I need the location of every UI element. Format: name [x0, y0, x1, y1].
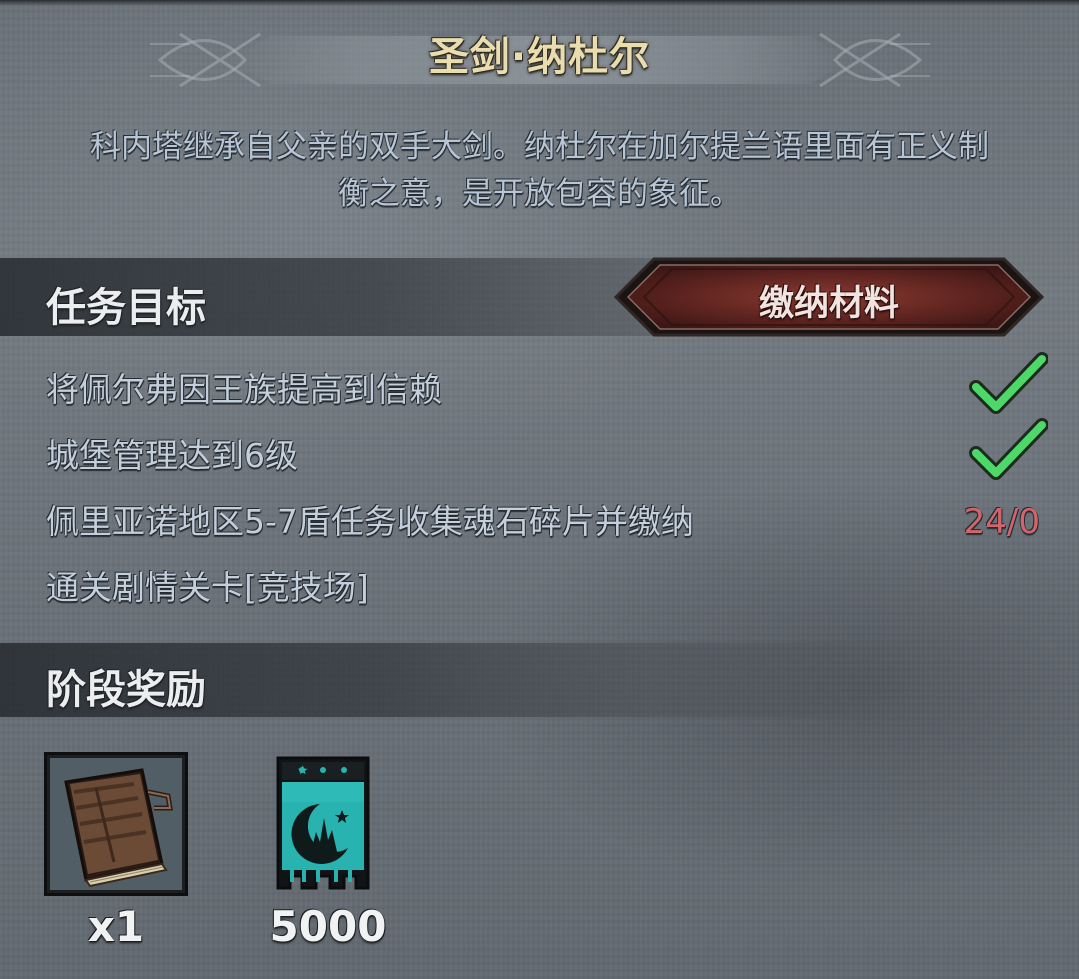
checkmark-icon [969, 352, 1048, 414]
submit-materials-label: 缴纳材料 [758, 284, 899, 324]
objective-text: 城堡管理达到6级 [46, 436, 298, 475]
description-line-2: 衡之意，是开放包容的象征。 [338, 176, 741, 212]
quest-panel: 圣剑·纳杜尔 科内塔继承自父亲的双手大剑。纳杜尔在加尔提兰语里面有正义制 衡之意… [0, 0, 1079, 979]
objectives-title: 任务目标 [46, 285, 206, 331]
objective-row-3: 佩里亚诺地区5-7盾任务收集魂石碎片并缴纳 24/0 [46, 497, 1040, 547]
reward-quantity: 5000 [269, 902, 387, 951]
objective-row-4: 通关剧情关卡[竞技场] [46, 563, 1036, 613]
objective-text: 通关剧情关卡[竞技场] [46, 568, 369, 607]
item-title: 圣剑·纳杜尔 [428, 34, 651, 80]
item-description: 科内塔继承自父亲的双手大剑。纳杜尔在加尔提兰语里面有正义制 衡之意，是开放包容的… [40, 124, 1039, 218]
top-edge [0, 0, 1079, 6]
reward-quantity: x1 [87, 902, 145, 951]
objective-progress: 24/0 [963, 502, 1040, 542]
rewards-header: 阶段奖励 [0, 643, 1079, 717]
checkmark-icon [969, 418, 1048, 480]
moon-banner-icon [276, 756, 370, 890]
submit-materials-button[interactable]: 缴纳材料 [612, 255, 1046, 339]
book-icon [44, 752, 188, 896]
objective-text: 将佩尔弗因王族提高到信赖 [46, 370, 442, 409]
description-line-1: 科内塔继承自父亲的双手大剑。纳杜尔在加尔提兰语里面有正义制 [90, 129, 989, 165]
rewards-title: 阶段奖励 [46, 667, 206, 713]
objective-text: 佩里亚诺地区5-7盾任务收集魂石碎片并缴纳 [46, 502, 694, 541]
objective-row-1: 将佩尔弗因王族提高到信赖 [46, 352, 1048, 415]
objective-row-2: 城堡管理达到6级 [46, 418, 1048, 481]
